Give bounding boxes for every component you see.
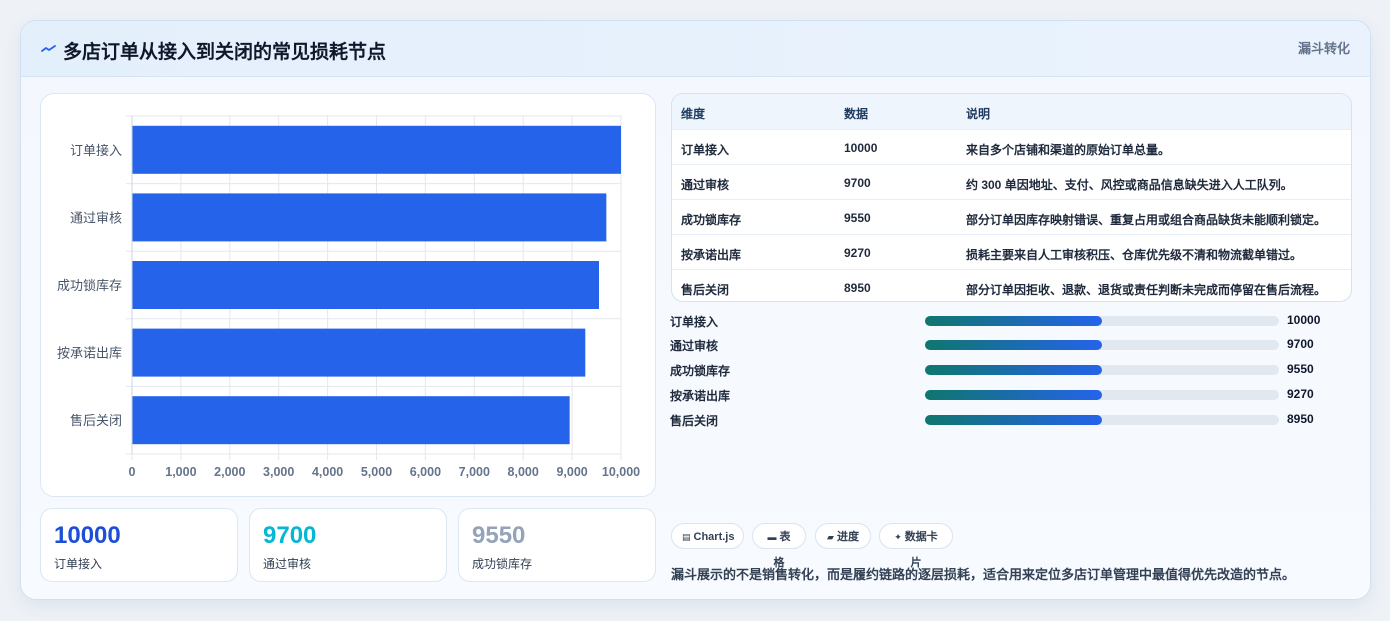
cell-desc: 部分订单因拒收、退款、退货或责任判断未完成而停留在售后流程。 bbox=[966, 283, 1327, 297]
x-tick-label: 7,000 bbox=[459, 465, 490, 479]
kpi-label: 通过审核 bbox=[263, 557, 312, 571]
progress-row: 成功锁库存 9550 bbox=[670, 360, 1350, 380]
kpi-value: 10000 bbox=[54, 522, 121, 549]
cell-dim: 售后关闭 bbox=[681, 283, 730, 297]
bar bbox=[132, 396, 570, 445]
progress-row: 通过审核 9700 bbox=[670, 335, 1350, 355]
kpi-card-stock: 9550 成功锁库存 bbox=[458, 508, 656, 582]
table-row: 成功锁库存 9550 部分订单因库存映射错误、重复占用或组合商品缺货未能顺利锁定… bbox=[672, 199, 1351, 235]
progress-track bbox=[925, 415, 1279, 425]
table-header-desc: 说明 bbox=[966, 107, 991, 121]
cell-desc: 来自多个店铺和渠道的原始订单总量。 bbox=[966, 143, 1171, 157]
progress-value: 9550 bbox=[1287, 362, 1314, 376]
chip-label: 进度 bbox=[836, 531, 859, 543]
data-table: 维度 数据 说明 订单接入 10000 来自多个店铺和渠道的原始订单总量。 通过… bbox=[671, 93, 1352, 302]
bar bbox=[132, 193, 607, 242]
y-category-label: 通过审核 bbox=[70, 210, 122, 225]
bar bbox=[132, 328, 586, 377]
progress-track bbox=[925, 365, 1279, 375]
table-header-row: 维度 数据 说明 bbox=[672, 94, 1351, 129]
x-tick-label: 4,000 bbox=[312, 465, 343, 479]
cell-desc: 损耗主要来自人工审核积压、仓库优先级不清和物流截单错过。 bbox=[966, 248, 1303, 262]
cell-desc: 部分订单因库存映射错误、重复占用或组合商品缺货未能顺利锁定。 bbox=[966, 213, 1327, 227]
table-header-value: 数据 bbox=[844, 107, 869, 121]
x-tick-label: 5,000 bbox=[361, 465, 392, 479]
progress-fill bbox=[925, 365, 1102, 375]
table-row: 按承诺出库 9270 损耗主要来自人工审核积压、仓库优先级不清和物流截单错过。 bbox=[672, 234, 1351, 270]
progress-value: 10000 bbox=[1287, 313, 1321, 327]
card-header: 多店订单从接入到关闭的常见损耗节点 漏斗转化 bbox=[21, 21, 1370, 77]
chip-data-card[interactable]: ✦ 数据卡片 bbox=[879, 523, 953, 569]
card-icon: ✦ bbox=[894, 532, 902, 542]
x-tick-label: 3,000 bbox=[263, 465, 294, 479]
cell-value: 9270 bbox=[844, 246, 871, 260]
chip-label: Chart.js bbox=[693, 531, 735, 543]
bar bbox=[132, 125, 621, 174]
funnel-chart: 0 1,000 2,000 3,000 4,000 5,000 6,000 7,000 8,00… bbox=[40, 93, 656, 497]
y-category-label: 订单接入 bbox=[70, 143, 122, 158]
cell-value: 10000 bbox=[844, 141, 878, 155]
cell-desc: 约 300 单因地址、支付、风控或商品信息缺失进入人工队列。 bbox=[966, 178, 1293, 192]
funnel-card: 多店订单从接入到关闭的常见损耗节点 漏斗转化 0 1,000 2,000 3,000 4… bbox=[20, 20, 1371, 600]
table-row: 通过审核 9700 约 300 单因地址、支付、风控或商品信息缺失进入人工队列。 bbox=[672, 164, 1351, 200]
x-tick-label: 2,000 bbox=[214, 465, 245, 479]
progress-fill bbox=[925, 316, 1102, 326]
cell-value: 9550 bbox=[844, 211, 871, 225]
kpi-card-review: 9700 通过审核 bbox=[249, 508, 447, 582]
chip-progress[interactable]: ▰ 进度 bbox=[815, 523, 871, 549]
x-tick-label: 1,000 bbox=[165, 465, 196, 479]
cell-dim: 订单接入 bbox=[681, 143, 730, 157]
cell-dim: 按承诺出库 bbox=[681, 248, 742, 262]
progress-track bbox=[925, 316, 1279, 326]
progress-track bbox=[925, 340, 1279, 350]
progress-label: 按承诺出库 bbox=[670, 389, 731, 403]
x-tick-label: 6,000 bbox=[410, 465, 441, 479]
progress-fill bbox=[925, 340, 1102, 350]
progress-row: 订单接入 10000 bbox=[670, 311, 1350, 331]
cell-value: 9700 bbox=[844, 176, 871, 190]
table-icon: ▬ bbox=[767, 532, 777, 542]
category-tag: 漏斗转化 bbox=[1297, 41, 1350, 56]
chip-table[interactable]: ▬ 表格 bbox=[752, 523, 806, 569]
kpi-value: 9700 bbox=[263, 522, 317, 549]
progress-row: 售后关闭 8950 bbox=[670, 410, 1350, 430]
bar bbox=[132, 261, 599, 309]
kpi-value: 9550 bbox=[472, 522, 526, 549]
x-tick-label: 10,000 bbox=[602, 465, 640, 479]
chart-icon: ▤ bbox=[682, 532, 691, 542]
progress-value: 9270 bbox=[1287, 387, 1314, 401]
progress-fill bbox=[925, 415, 1102, 425]
progress-track bbox=[925, 390, 1279, 400]
page-title: 多店订单从接入到关闭的常见损耗节点 bbox=[63, 42, 387, 63]
progress-value: 8950 bbox=[1287, 412, 1314, 426]
table-row: 订单接入 10000 来自多个店铺和渠道的原始订单总量。 bbox=[672, 129, 1351, 165]
progress-label: 售后关闭 bbox=[670, 414, 719, 428]
trend-line-icon bbox=[41, 45, 56, 52]
bar-chart-svg: 0 1,000 2,000 3,000 4,000 5,000 6,000 7,000 8,00… bbox=[57, 115, 640, 479]
progress-icon: ▰ bbox=[827, 532, 834, 542]
footnote: 漏斗展示的不是销售转化，而是履约链路的逐层损耗，适合用来定位多店订单管理中最值得… bbox=[671, 567, 1296, 582]
progress-label: 通过审核 bbox=[670, 339, 719, 353]
cell-dim: 成功锁库存 bbox=[681, 213, 742, 227]
cell-dim: 通过审核 bbox=[681, 178, 730, 192]
chip-chartjs[interactable]: ▤ Chart.js bbox=[671, 523, 744, 549]
y-category-label: 按承诺出库 bbox=[57, 346, 122, 361]
x-tick-label: 9,000 bbox=[556, 465, 587, 479]
kpi-label: 成功锁库存 bbox=[472, 557, 533, 571]
progress-fill bbox=[925, 390, 1102, 400]
table-row: 售后关闭 8950 部分订单因拒收、退款、退货或责任判断未完成而停留在售后流程。 bbox=[672, 269, 1351, 301]
table-header-dim: 维度 bbox=[681, 107, 706, 121]
progress-value: 9700 bbox=[1287, 337, 1314, 351]
x-tick-label: 0 bbox=[129, 465, 136, 479]
progress-label: 订单接入 bbox=[670, 315, 719, 329]
kpi-card-intake: 10000 订单接入 bbox=[40, 508, 238, 582]
kpi-label: 订单接入 bbox=[54, 557, 103, 571]
y-category-label: 成功锁库存 bbox=[57, 278, 122, 293]
progress-row: 按承诺出库 9270 bbox=[670, 385, 1350, 405]
x-tick-label: 8,000 bbox=[508, 465, 539, 479]
progress-label: 成功锁库存 bbox=[670, 364, 731, 378]
y-category-label: 售后关闭 bbox=[70, 413, 122, 428]
cell-value: 8950 bbox=[844, 281, 871, 295]
